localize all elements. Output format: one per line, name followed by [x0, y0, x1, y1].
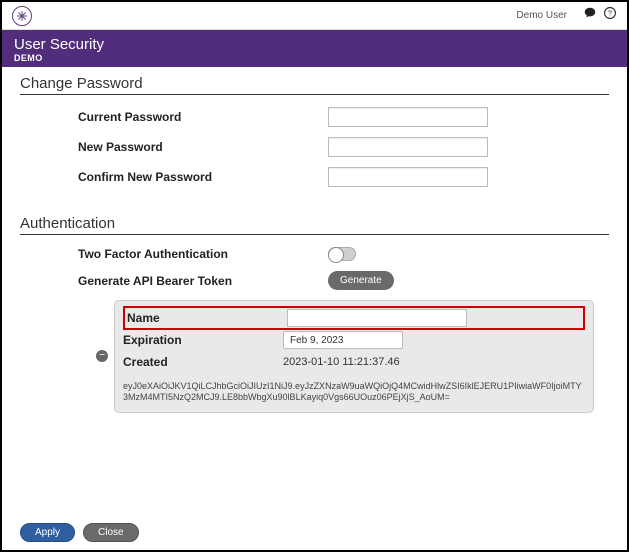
- token-name-highlight: Name: [123, 306, 585, 330]
- app-logo-icon: [12, 6, 32, 26]
- apply-button[interactable]: Apply: [20, 523, 75, 542]
- top-bar: Demo User ?: [2, 2, 627, 30]
- svg-text:?: ?: [608, 11, 612, 18]
- token-panel: Name Expiration Feb 9, 2023 Created 2023…: [114, 300, 594, 413]
- new-password-input[interactable]: [328, 137, 488, 157]
- page-title: User Security: [14, 36, 615, 53]
- two-factor-label: Two Factor Authentication: [78, 247, 328, 261]
- token-name-label: Name: [127, 311, 287, 325]
- token-created-label: Created: [123, 355, 283, 369]
- new-password-label: New Password: [78, 140, 328, 154]
- generate-token-label: Generate API Bearer Token: [78, 274, 328, 288]
- token-created-value: 2023-01-10 11:21:37.46: [283, 356, 400, 368]
- token-name-input[interactable]: [287, 309, 467, 327]
- current-password-label: Current Password: [78, 110, 328, 124]
- token-expiration-label: Expiration: [123, 333, 283, 347]
- current-user-label: Demo User: [516, 10, 567, 21]
- current-password-input[interactable]: [328, 107, 488, 127]
- help-icon[interactable]: ?: [603, 6, 617, 25]
- generate-button[interactable]: Generate: [328, 271, 394, 290]
- remove-token-icon[interactable]: −: [96, 350, 108, 362]
- two-factor-toggle[interactable]: [328, 247, 356, 261]
- confirm-password-input[interactable]: [328, 167, 488, 187]
- section-authentication-title: Authentication: [20, 215, 609, 235]
- section-change-password-title: Change Password: [20, 75, 609, 95]
- confirm-password-label: Confirm New Password: [78, 170, 328, 184]
- page-header: User Security DEMO: [2, 30, 627, 67]
- token-expiration-input[interactable]: Feb 9, 2023: [283, 331, 403, 349]
- close-button[interactable]: Close: [83, 523, 139, 542]
- chat-icon[interactable]: [583, 6, 597, 25]
- token-string: eyJ0eXAiOiJKV1QiLCJhbGciOiJIUzI1NiJ9.eyJ…: [123, 381, 585, 404]
- page-subtitle: DEMO: [14, 53, 615, 63]
